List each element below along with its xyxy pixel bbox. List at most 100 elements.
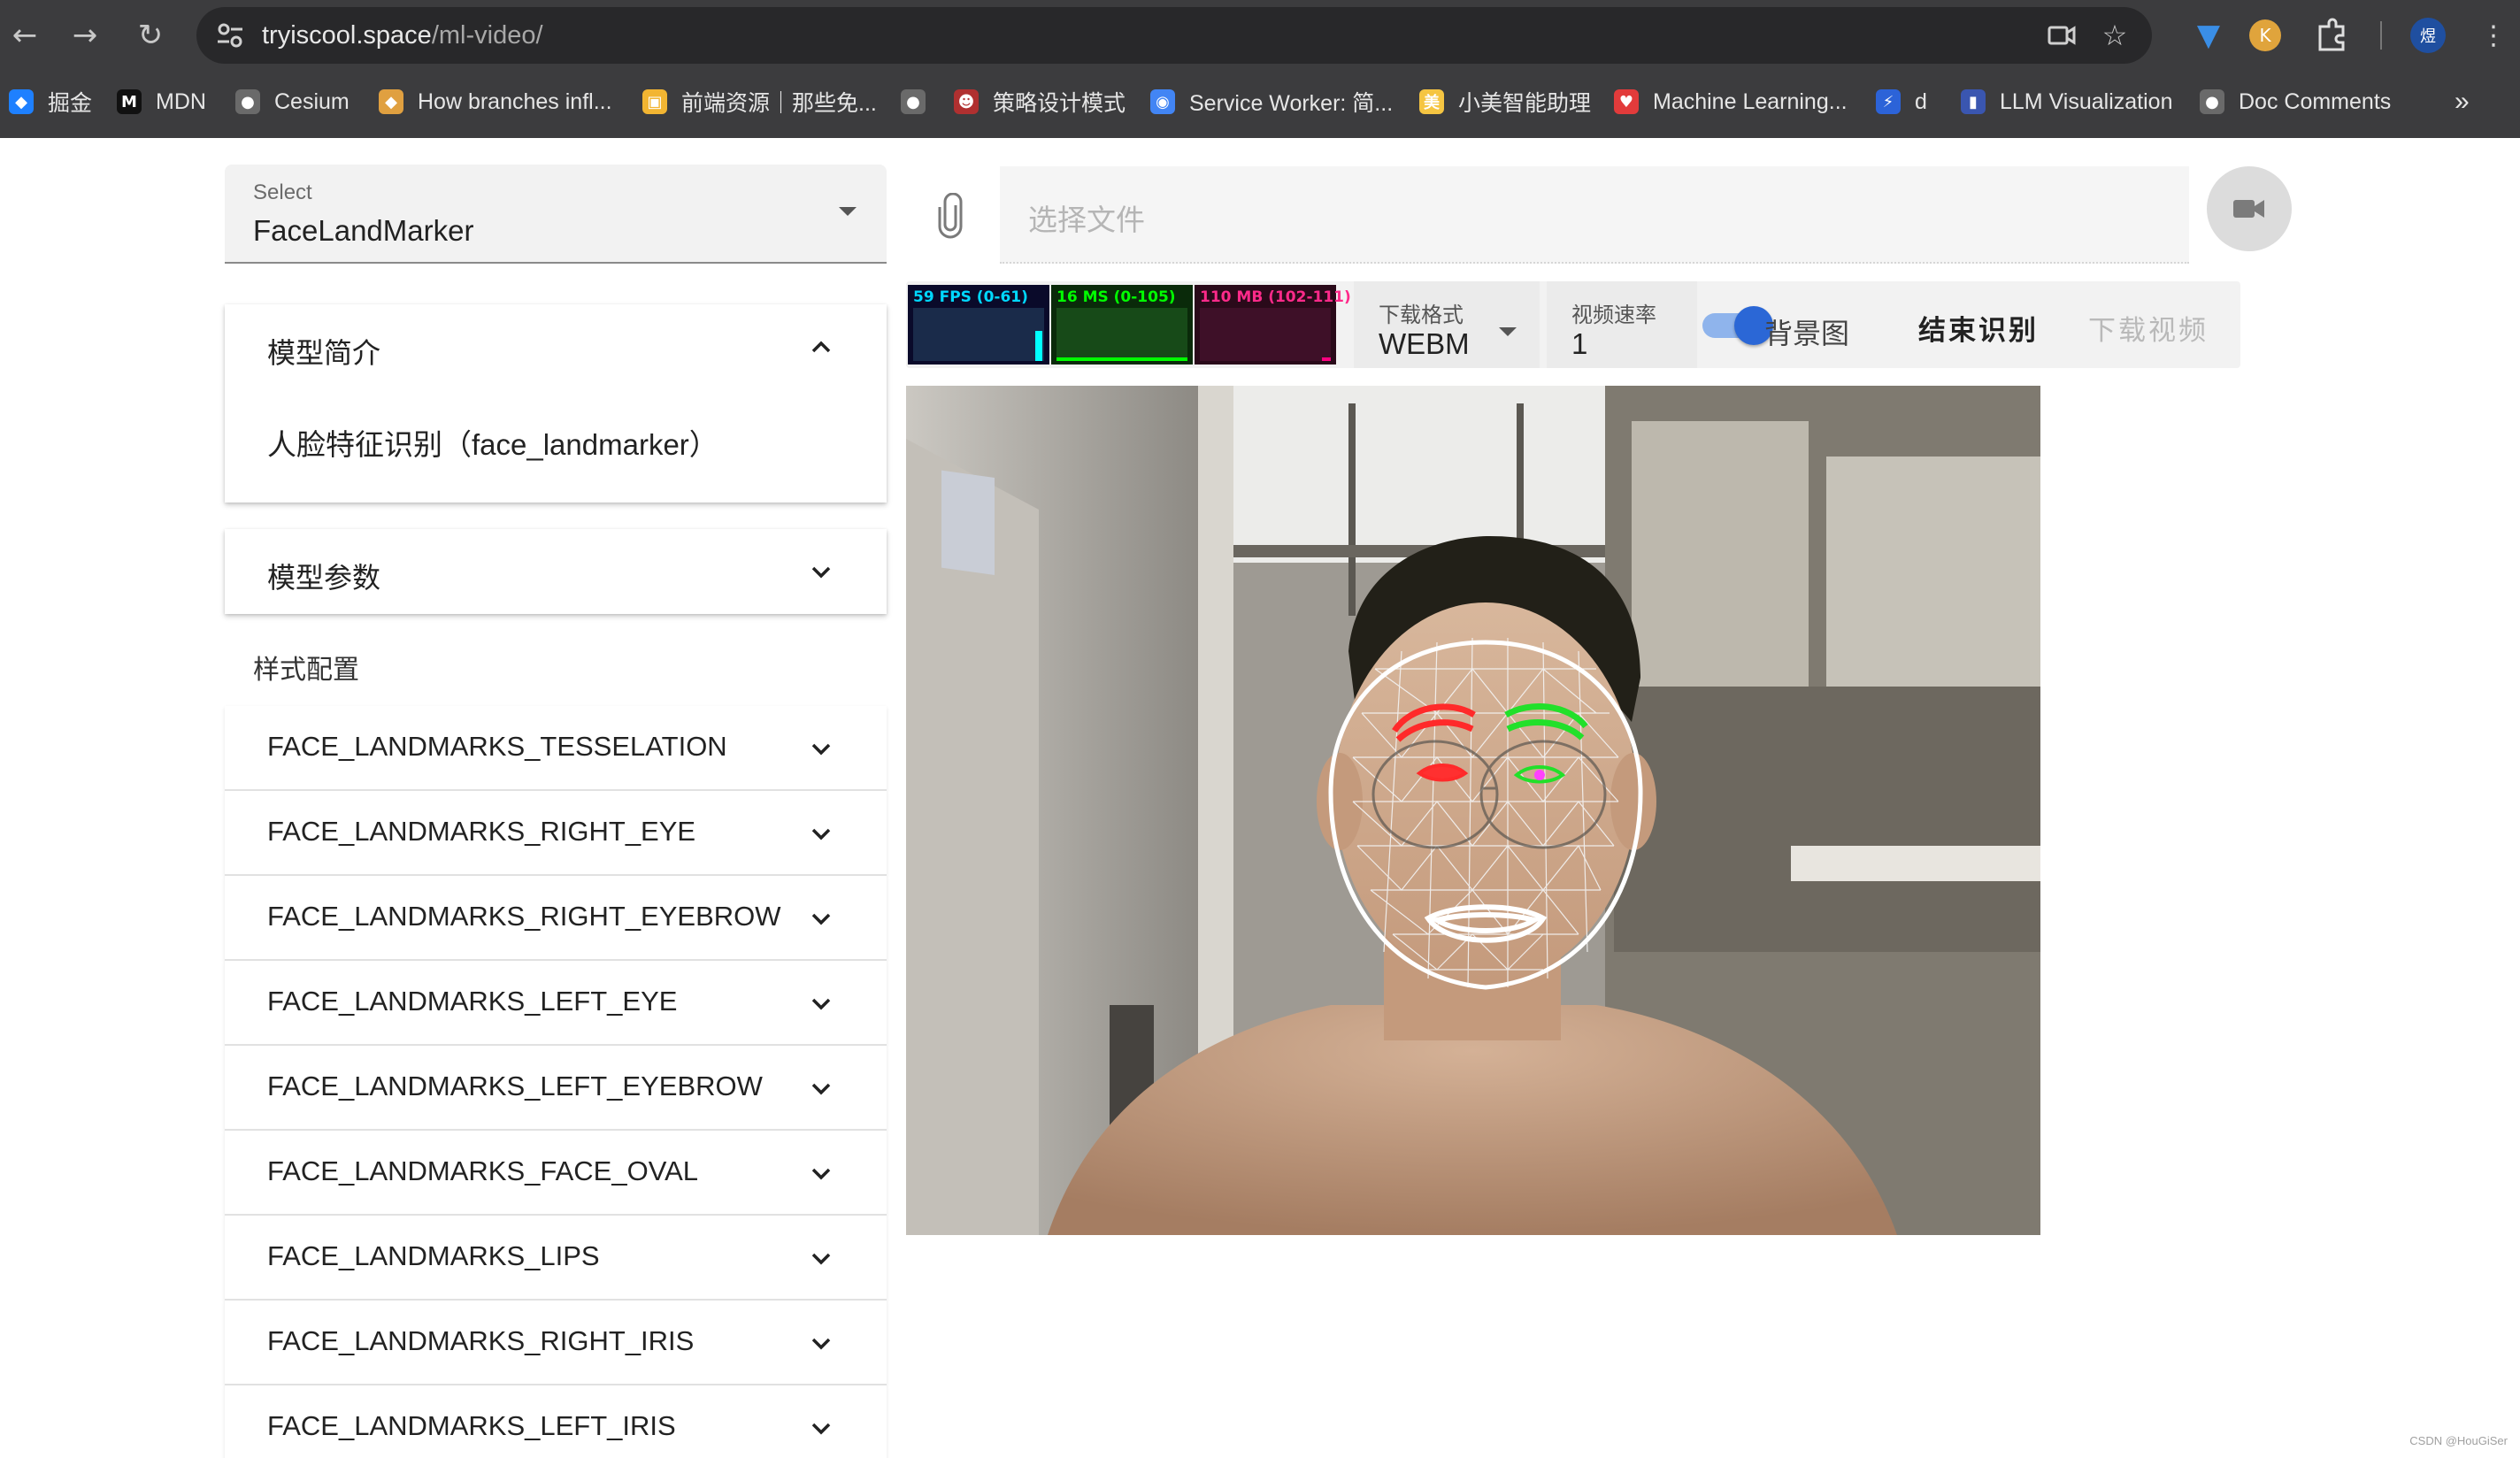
heart-icon: ♥	[1614, 89, 1639, 114]
bookmark-item[interactable]: ● Doc Comments	[2200, 85, 2391, 119]
landmark-style-item[interactable]: FACE_LANDMARKS_LEFT_EYE	[225, 961, 887, 1046]
bookmark-label: d	[1915, 88, 1927, 114]
stop-recognition-button[interactable]: 结束识别	[1918, 308, 2039, 348]
bookmark-label: How branches infl...	[418, 88, 612, 114]
landmark-style-item[interactable]: FACE_LANDMARKS_FACE_OVAL	[225, 1131, 887, 1216]
bookmark-item[interactable]: M MDN	[117, 85, 206, 119]
chevron-up-icon	[811, 341, 831, 353]
juejin-icon: ◆	[9, 89, 34, 114]
background-toggle-label: 背景图	[1764, 318, 1850, 349]
download-format-value: WEBM	[1379, 327, 1470, 360]
fps-stats-panel: 59 FPS (0-61)	[908, 285, 1049, 364]
llm-icon: ▮	[1961, 89, 1986, 114]
bookmark-label: MDN	[156, 88, 206, 114]
landmark-style-item[interactable]: FACE_LANDMARKS_TESSELATION	[225, 706, 887, 791]
style-config-title: 样式配置	[253, 656, 359, 685]
bookmark-item[interactable]: ◆ 掘金	[9, 85, 92, 119]
bookmark-item[interactable]: ● Cesium	[235, 85, 350, 119]
landmark-style-label: FACE_LANDMARKS_TESSELATION	[267, 731, 727, 762]
bookmark-label: 前端资源｜那些免...	[681, 91, 877, 116]
video-canvas	[906, 386, 2040, 1235]
landmark-style-item[interactable]: FACE_LANDMARKS_RIGHT_EYEBROW	[225, 876, 887, 961]
model-intro-title: 模型简介	[267, 337, 381, 369]
bookmark-item[interactable]: ◆ How branches infl...	[379, 85, 612, 119]
model-select-value: FaceLandMarker	[253, 214, 474, 247]
download-format-label: 下载格式	[1379, 303, 1464, 327]
landmark-style-label: FACE_LANDMARKS_RIGHT_EYE	[267, 816, 696, 847]
forward-icon[interactable]: →	[64, 14, 106, 57]
download-format-select[interactable]: 下载格式 WEBM	[1354, 281, 1540, 368]
webcam-frame	[906, 386, 2040, 1235]
download-video-button[interactable]: 下载视频	[2088, 308, 2209, 348]
bookmark-item[interactable]: ●	[901, 85, 940, 119]
landmark-style-label: FACE_LANDMARKS_LIPS	[267, 1240, 600, 1271]
cast-icon[interactable]	[2046, 19, 2078, 51]
file-input-placeholder: 选择文件	[1028, 203, 1145, 236]
model-select[interactable]: Select FaceLandMarker	[225, 165, 887, 264]
landmark-style-item[interactable]: FACE_LANDMARKS_RIGHT_IRIS	[225, 1301, 887, 1385]
bookmark-item[interactable]: 美小美智能助理	[1419, 85, 1591, 119]
fps-graph	[913, 308, 1044, 361]
model-intro-header[interactable]: 模型简介	[225, 304, 887, 389]
bookmark-item[interactable]: ◉ Service Worker: 简...	[1150, 85, 1393, 119]
bookmark-item[interactable]: ▣ 前端资源｜那些免...	[642, 85, 877, 119]
attach-file-icon[interactable]	[933, 193, 968, 239]
fps-stats-text: 59 FPS (0-61)	[913, 288, 1028, 306]
extensions-puzzle-icon[interactable]	[2313, 16, 2352, 55]
video-rate-field[interactable]: 视频速率 1	[1547, 281, 1697, 368]
file-input[interactable]: 选择文件	[1000, 166, 2189, 264]
mask-icon: ☻	[954, 89, 979, 114]
extension-filter-icon[interactable]: ▼	[2189, 16, 2228, 55]
ms-stats-panel: 16 MS (0-105)	[1051, 285, 1193, 364]
url-text: tryiscool.space/ml-video/	[262, 19, 543, 51]
bookmark-item[interactable]: ⚡ d	[1876, 85, 1927, 119]
toolbar-divider	[2380, 21, 2382, 50]
bookmark-item[interactable]: ▮ LLM Visualization	[1961, 85, 2172, 119]
address-bar[interactable]: tryiscool.space/ml-video/ ☆	[196, 7, 2152, 64]
landmark-style-label: FACE_LANDMARKS_LEFT_EYE	[267, 986, 678, 1017]
bookmark-label: LLM Visualization	[2000, 88, 2173, 114]
chevron-down-icon	[811, 998, 831, 1010]
model-select-label: Select	[253, 180, 312, 204]
landmark-style-label: FACE_LANDMARKS_LEFT_EYEBROW	[267, 1070, 763, 1101]
site-info-icon[interactable]	[214, 19, 246, 51]
bookmark-label: Cesium	[274, 88, 350, 114]
ms-stats-text: 16 MS (0-105)	[1056, 288, 1176, 306]
chevron-down-icon	[811, 1253, 831, 1265]
menu-kebab-icon[interactable]: ⋮	[2474, 16, 2513, 55]
mb-stats-panel: 110 MB (102-111)	[1195, 285, 1351, 364]
profile-avatar[interactable]: 煜	[2410, 18, 2446, 53]
landmark-style-item[interactable]: FACE_LANDMARKS_LEFT_IRIS	[225, 1385, 887, 1458]
model-params-panel[interactable]: 模型参数	[225, 529, 887, 614]
mdn-icon: M	[117, 89, 142, 114]
right-iris-landmark	[1437, 768, 1448, 779]
back-icon[interactable]: ←	[4, 14, 46, 57]
bookmark-label: 掘金	[48, 91, 93, 116]
bookmark-label: 策略设计模式	[993, 91, 1126, 116]
video-camera-icon	[2233, 200, 2264, 218]
chevron-down-icon	[811, 743, 831, 756]
extension-k-icon[interactable]: K	[2249, 19, 2281, 51]
background-toggle[interactable]	[1702, 306, 1773, 345]
bookmark-label: Machine Learning...	[1653, 88, 1848, 114]
bookmark-item[interactable]: ♥ Machine Learning...	[1614, 85, 1848, 119]
landmark-style-item[interactable]: FACE_LANDMARKS_LIPS	[225, 1216, 887, 1301]
mb-graph	[1200, 308, 1331, 361]
chevron-down-icon	[811, 1168, 831, 1180]
bookmark-star-icon[interactable]: ☆	[2099, 19, 2131, 51]
bookmark-item[interactable]: ☻ 策略设计模式	[954, 85, 1126, 119]
git-icon: ◆	[379, 89, 403, 114]
bookmark-label: Service Worker: 简...	[1189, 91, 1394, 116]
mb-stats-text: 110 MB (102-111)	[1200, 288, 1351, 306]
landmark-style-item[interactable]: FACE_LANDMARKS_RIGHT_EYE	[225, 791, 887, 876]
more-bookmarks-icon[interactable]: »	[2455, 85, 2470, 119]
globe-icon: ●	[2200, 89, 2224, 114]
model-params-title: 模型参数	[267, 562, 381, 594]
dropdown-caret-icon	[1499, 327, 1517, 336]
landmark-style-item[interactable]: FACE_LANDMARKS_LEFT_EYEBROW	[225, 1046, 887, 1131]
globe-icon: ●	[901, 89, 926, 114]
camera-button[interactable]	[2207, 166, 2292, 251]
reload-icon[interactable]: ↻	[129, 14, 172, 57]
profile-initial: 煜	[2420, 27, 2436, 46]
chevron-down-icon	[811, 566, 831, 579]
